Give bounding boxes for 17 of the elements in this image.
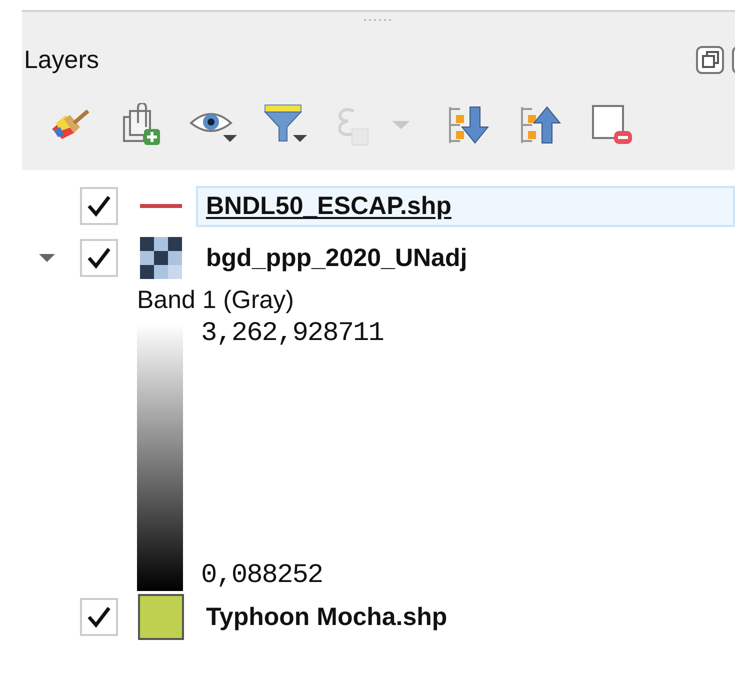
float-panel-icon[interactable] — [695, 45, 725, 75]
drag-handle-icon[interactable] — [364, 18, 394, 22]
layer-name[interactable]: bgd_ppp_2020_UNadj — [196, 238, 735, 278]
collapse-arrow-icon[interactable] — [37, 251, 57, 265]
checkbox[interactable] — [80, 598, 118, 636]
raster-layer-icon — [140, 237, 182, 279]
layer-name[interactable]: Typhoon Mocha.shp — [196, 596, 735, 638]
panel-title: Layers — [23, 46, 100, 74]
checkmark-icon — [86, 605, 112, 629]
checkmark-icon — [86, 194, 112, 218]
max-value-label: 3,262,928711 — [201, 319, 384, 349]
checkmark-icon — [86, 246, 112, 270]
layer-name[interactable]: BNDL50_ESCAP.shp — [196, 186, 735, 226]
min-value-label: 0,088252 — [201, 561, 324, 591]
checkbox[interactable] — [80, 187, 118, 225]
band-label: Band 1 (Gray) — [137, 286, 296, 315]
checkbox[interactable] — [80, 239, 118, 277]
